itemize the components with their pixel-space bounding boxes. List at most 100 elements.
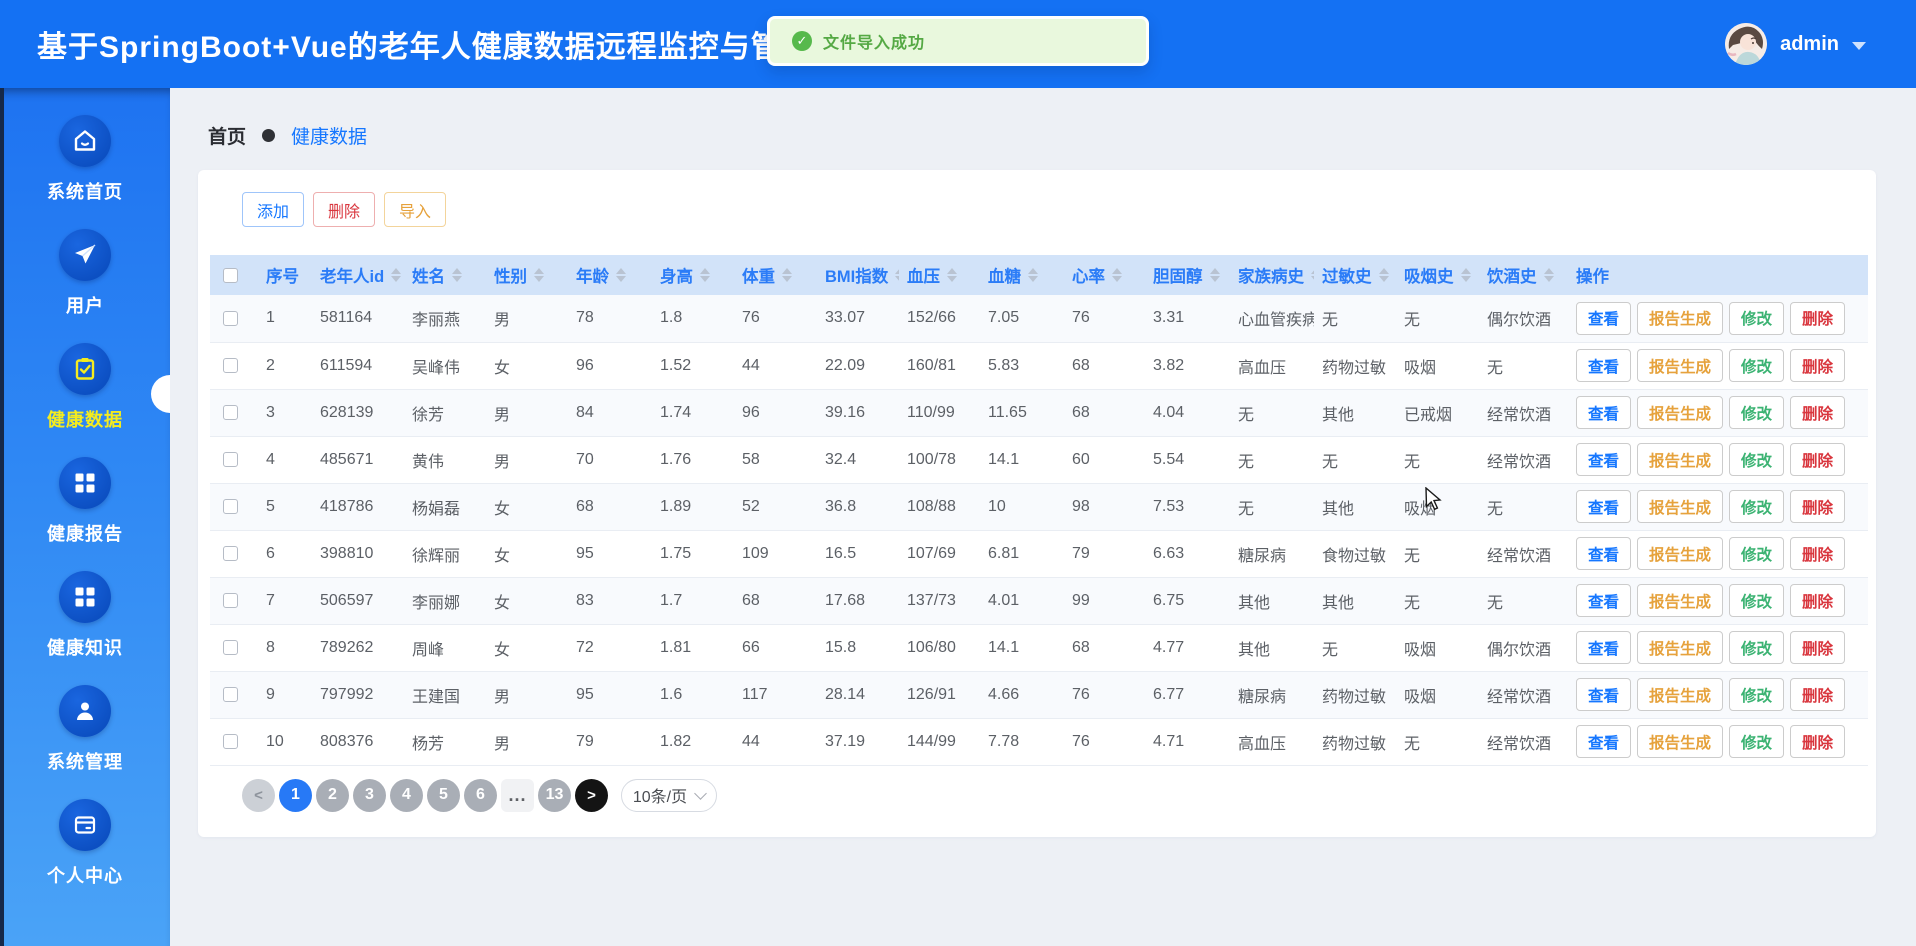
报告生成-action-button[interactable]: 报告生成 (1637, 631, 1724, 664)
修改-action-button[interactable]: 修改 (1729, 349, 1785, 382)
column-header-老年人id[interactable]: 老年人id (312, 255, 404, 295)
sort-icon[interactable] (1209, 268, 1220, 282)
sidebar-item-用户[interactable]: 用户 (0, 229, 170, 343)
sort-icon[interactable] (1460, 268, 1471, 282)
导入-button[interactable]: 导入 (384, 192, 447, 227)
删除-action-button[interactable]: 删除 (1790, 396, 1846, 429)
next-page-button[interactable]: > (575, 778, 608, 812)
user-menu[interactable]: admin (1725, 0, 1866, 88)
删除-action-button[interactable]: 删除 (1790, 537, 1846, 570)
报告生成-action-button[interactable]: 报告生成 (1637, 537, 1724, 570)
修改-action-button[interactable]: 修改 (1729, 631, 1785, 664)
page-size-select[interactable]: 10条/页 (621, 778, 717, 812)
column-header-血糖[interactable]: 血糖 (980, 255, 1064, 295)
查看-action-button[interactable]: 查看 (1576, 584, 1632, 617)
sidebar-item-健康知识[interactable]: 健康知识 (0, 571, 170, 685)
sort-icon[interactable] (1028, 268, 1038, 282)
sort-icon[interactable] (1112, 268, 1122, 282)
row-checkbox[interactable] (223, 640, 238, 655)
page-button-5[interactable]: 5 (427, 778, 460, 812)
查看-action-button[interactable]: 查看 (1576, 443, 1632, 476)
查看-action-button[interactable]: 查看 (1576, 678, 1632, 711)
row-checkbox[interactable] (223, 593, 238, 608)
删除-action-button[interactable]: 删除 (1790, 490, 1846, 523)
sidebar-item-健康数据[interactable]: 健康数据 (0, 343, 170, 457)
breadcrumb-home[interactable]: 首页 (208, 122, 246, 149)
column-header-过敏史[interactable]: 过敏史 (1314, 255, 1396, 295)
修改-action-button[interactable]: 修改 (1729, 301, 1785, 335)
row-checkbox[interactable] (223, 310, 238, 326)
报告生成-action-button[interactable]: 报告生成 (1637, 396, 1724, 429)
column-header-性别[interactable]: 性别 (486, 255, 568, 295)
修改-action-button[interactable]: 修改 (1729, 443, 1785, 476)
sort-icon[interactable] (1311, 268, 1314, 282)
sidebar-item-个人中心[interactable]: 个人中心 (0, 799, 170, 913)
chevron-down-icon[interactable] (1852, 41, 1866, 50)
sort-icon[interactable] (534, 268, 544, 282)
sort-icon[interactable] (947, 268, 957, 282)
column-header-饮酒史[interactable]: 饮酒史 (1479, 255, 1568, 295)
row-checkbox[interactable] (223, 734, 238, 749)
column-header-血压[interactable]: 血压 (899, 255, 980, 295)
添加-button[interactable]: 添加 (242, 192, 305, 227)
row-checkbox[interactable] (223, 687, 238, 702)
报告生成-action-button[interactable]: 报告生成 (1637, 443, 1724, 476)
sort-icon[interactable] (452, 268, 462, 282)
修改-action-button[interactable]: 修改 (1729, 537, 1785, 570)
sort-icon[interactable] (616, 268, 626, 282)
sidebar-item-健康报告[interactable]: 健康报告 (0, 457, 170, 571)
page-button-2[interactable]: 2 (316, 778, 349, 812)
删除-action-button[interactable]: 删除 (1790, 584, 1846, 617)
修改-action-button[interactable]: 修改 (1729, 396, 1785, 429)
sidebar-item-系统首页[interactable]: 系统首页 (0, 115, 170, 229)
删除-action-button[interactable]: 删除 (1790, 631, 1846, 664)
column-header-身高[interactable]: 身高 (652, 255, 734, 295)
column-header-心率[interactable]: 心率 (1064, 255, 1145, 295)
select-all-checkbox[interactable] (223, 267, 238, 283)
sort-icon[interactable] (1378, 268, 1389, 282)
row-checkbox[interactable] (223, 405, 238, 420)
查看-action-button[interactable]: 查看 (1576, 490, 1632, 523)
报告生成-action-button[interactable]: 报告生成 (1637, 725, 1724, 758)
删除-action-button[interactable]: 删除 (1790, 301, 1846, 335)
column-header-吸烟史[interactable]: 吸烟史 (1396, 255, 1479, 295)
sort-icon[interactable] (391, 268, 402, 282)
报告生成-action-button[interactable]: 报告生成 (1637, 301, 1724, 335)
查看-action-button[interactable]: 查看 (1576, 396, 1632, 429)
sort-icon[interactable] (782, 268, 792, 282)
删除-action-button[interactable]: 删除 (1790, 443, 1846, 476)
breadcrumb-current[interactable]: 健康数据 (291, 122, 367, 149)
删除-action-button[interactable]: 删除 (1790, 725, 1846, 758)
修改-action-button[interactable]: 修改 (1729, 725, 1785, 758)
sidebar-item-系统管理[interactable]: 系统管理 (0, 685, 170, 799)
page-button-13[interactable]: 13 (538, 778, 571, 812)
page-button-6[interactable]: 6 (464, 778, 497, 812)
sort-icon[interactable] (895, 268, 899, 282)
查看-action-button[interactable]: 查看 (1576, 349, 1632, 382)
查看-action-button[interactable]: 查看 (1576, 631, 1632, 664)
prev-page-button[interactable]: < (242, 778, 275, 812)
row-checkbox[interactable] (223, 358, 238, 373)
查看-action-button[interactable]: 查看 (1576, 725, 1632, 758)
报告生成-action-button[interactable]: 报告生成 (1637, 349, 1724, 382)
row-checkbox[interactable] (223, 499, 238, 514)
page-button-3[interactable]: 3 (353, 778, 386, 812)
报告生成-action-button[interactable]: 报告生成 (1637, 584, 1724, 617)
column-header-BMI指数[interactable]: BMI指数 (817, 255, 899, 295)
修改-action-button[interactable]: 修改 (1729, 490, 1785, 523)
修改-action-button[interactable]: 修改 (1729, 584, 1785, 617)
查看-action-button[interactable]: 查看 (1576, 301, 1632, 335)
page-button-1[interactable]: 1 (279, 778, 312, 812)
报告生成-action-button[interactable]: 报告生成 (1637, 678, 1724, 711)
sort-icon[interactable] (1543, 268, 1554, 282)
column-header-年龄[interactable]: 年龄 (568, 255, 652, 295)
column-header-姓名[interactable]: 姓名 (404, 255, 486, 295)
page-button-4[interactable]: 4 (390, 778, 423, 812)
查看-action-button[interactable]: 查看 (1576, 537, 1632, 570)
column-header-家族病史[interactable]: 家族病史 (1230, 255, 1314, 295)
avatar[interactable] (1725, 23, 1768, 65)
sort-icon[interactable] (700, 268, 710, 282)
column-header-胆固醇[interactable]: 胆固醇 (1145, 255, 1230, 295)
column-header-体重[interactable]: 体重 (734, 255, 817, 295)
删除-action-button[interactable]: 删除 (1790, 678, 1846, 711)
